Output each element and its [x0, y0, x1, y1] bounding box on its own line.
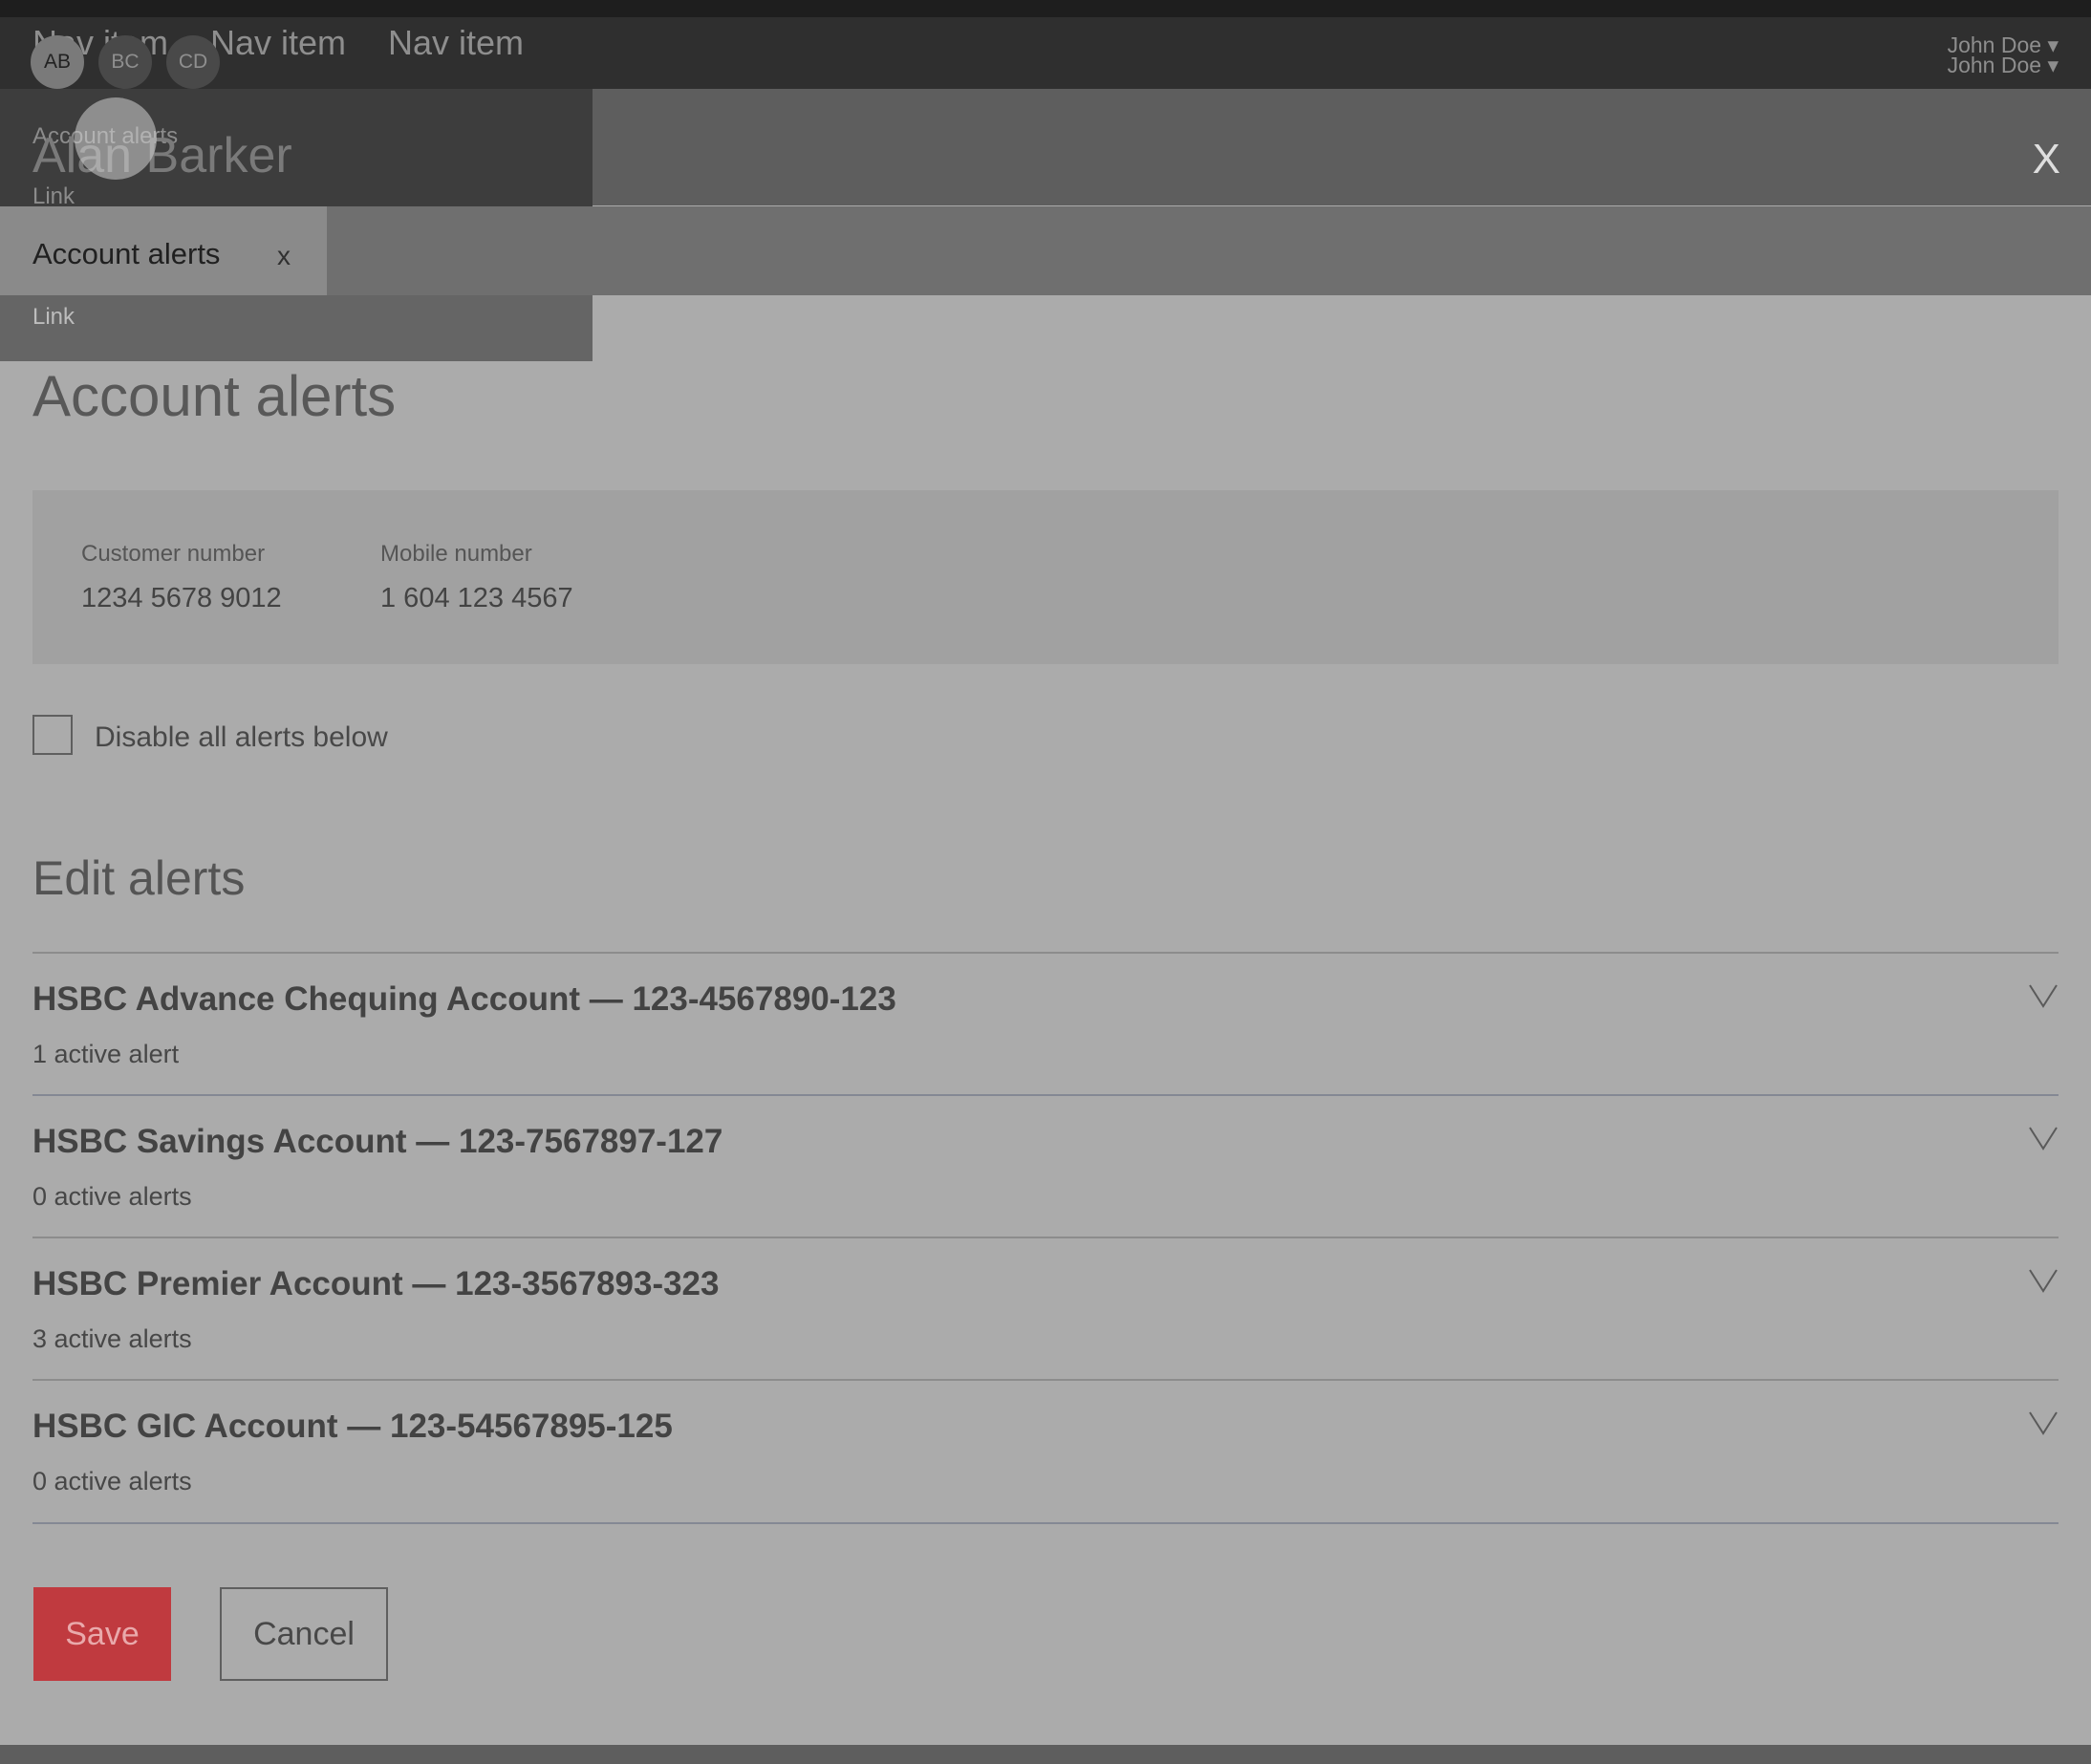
account-row[interactable]: HSBC GIC Account — 123-54567895-125 0 ac…: [32, 1379, 2059, 1524]
account-title: HSBC Advance Chequing Account — 123-4567…: [32, 980, 896, 1018]
customer-number-label: Customer number: [81, 541, 266, 567]
nav-item-3[interactable]: Nav item: [388, 23, 524, 63]
tab-bar: [327, 206, 2091, 295]
account-row[interactable]: HSBC Advance Chequing Account — 123-4567…: [32, 952, 2059, 1095]
tab-label: Account alerts: [32, 237, 221, 270]
account-row[interactable]: HSBC Premier Account — 123-3567893-323 3…: [32, 1237, 2059, 1380]
save-button[interactable]: Save: [33, 1587, 171, 1681]
avatar-ab[interactable]: AB: [31, 35, 84, 89]
account-alert-count: 0 active alerts: [32, 1467, 192, 1495]
mobile-number-label: Mobile number: [380, 541, 532, 567]
account-row[interactable]: HSBC Savings Account — 123-7567897-127 0…: [32, 1094, 2059, 1237]
chevron-down-icon[interactable]: [2028, 1409, 2059, 1436]
close-icon[interactable]: X: [2033, 136, 2060, 183]
customer-info-card: [32, 490, 2059, 664]
mobile-number-value: 1 604 123 4567: [380, 583, 573, 613]
account-alert-count: 3 active alerts: [32, 1324, 192, 1353]
chevron-down-icon[interactable]: [2028, 1267, 2059, 1294]
click-ripple: [75, 97, 157, 180]
disable-all-label: Disable all alerts below: [95, 721, 388, 753]
user-menu-secondary[interactable]: John Doe ▾: [1948, 53, 2059, 78]
disable-all-checkbox[interactable]: [32, 715, 73, 755]
chevron-down-icon[interactable]: [2028, 982, 2059, 1009]
tab-close-icon[interactable]: x: [277, 241, 291, 271]
account-title: HSBC GIC Account — 123-54567895-125: [32, 1408, 673, 1445]
account-alert-count: 0 active alerts: [32, 1182, 192, 1211]
account-alert-count: 1 active alert: [32, 1040, 180, 1068]
customer-number-value: 1234 5678 9012: [81, 583, 282, 613]
account-title: HSBC Premier Account — 123-3567893-323: [32, 1265, 720, 1302]
top-strip: [0, 0, 2091, 17]
avatar-cd[interactable]: CD: [166, 35, 220, 89]
nav-item-2[interactable]: Nav item: [210, 23, 346, 63]
edit-alerts-title: Edit alerts: [32, 851, 246, 905]
customer-header: [593, 89, 2091, 205]
cancel-button[interactable]: Cancel: [220, 1587, 388, 1681]
chevron-down-icon[interactable]: [2028, 1125, 2059, 1151]
avatar-bc[interactable]: BC: [98, 35, 152, 89]
account-title: HSBC Savings Account — 123-7567897-127: [32, 1123, 723, 1160]
flyout-link-2[interactable]: Link: [32, 304, 75, 331]
page-title: Account alerts: [32, 364, 397, 428]
bottom-bar: [0, 1745, 2091, 1764]
customer-name: Alan Barker: [32, 128, 292, 183]
